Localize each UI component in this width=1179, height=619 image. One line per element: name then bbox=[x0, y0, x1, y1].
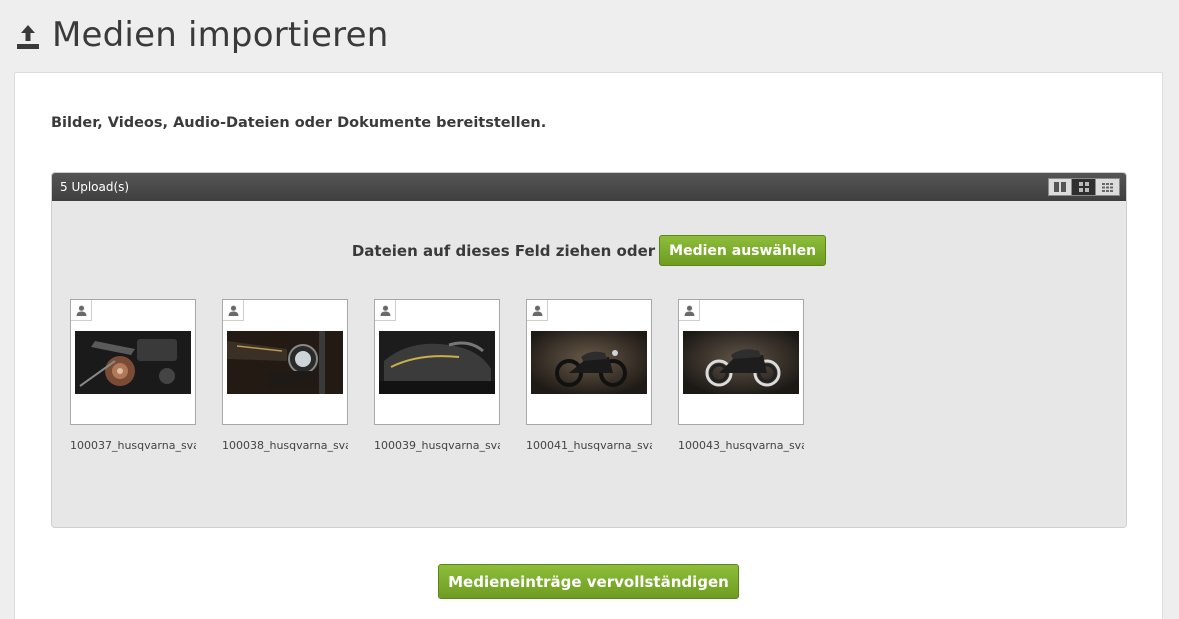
select-media-button[interactable]: Medien auswählen bbox=[659, 235, 827, 266]
view-mode-toggles bbox=[1048, 178, 1120, 196]
upload-count: 5 Upload(s) bbox=[60, 180, 130, 194]
file-name: 100037_husqvarna_svartpilen bbox=[70, 439, 196, 452]
owner-badge bbox=[527, 300, 548, 321]
page: Medien importieren Bilder, Videos, Audio… bbox=[0, 0, 1179, 619]
motorcycle-engine-image bbox=[75, 331, 191, 394]
motorcycle-tank-image bbox=[379, 331, 495, 394]
upload-panel-bar: 5 Upload(s) bbox=[52, 173, 1126, 201]
owner-badge bbox=[71, 300, 92, 321]
user-icon bbox=[380, 305, 390, 316]
file-name: 100039_husqvarna_svartpilen bbox=[374, 439, 500, 452]
upload-item[interactable]: 100041_husqvarna_svartpilen bbox=[526, 299, 652, 452]
owner-badge bbox=[223, 300, 244, 321]
owner-badge bbox=[679, 300, 700, 321]
drop-text: Dateien auf dieses Feld ziehen oder bbox=[351, 241, 656, 260]
motorcycle-scrambler-image bbox=[683, 331, 799, 394]
user-icon bbox=[76, 305, 86, 316]
upload-item[interactable]: 100037_husqvarna_svartpilen bbox=[70, 299, 196, 452]
user-icon bbox=[532, 305, 542, 316]
intro-text: Bilder, Videos, Audio-Dateien oder Dokum… bbox=[51, 115, 547, 131]
thumbnail-card[interactable] bbox=[526, 299, 652, 425]
upload-thumbnails: 100037_husqvarna_svartpilen bbox=[70, 299, 830, 452]
columns-view-icon bbox=[1054, 182, 1066, 192]
complete-row: Medieneinträge vervollständigen bbox=[15, 564, 1162, 599]
upload-icon bbox=[17, 25, 39, 49]
small-grid-view-icon bbox=[1102, 182, 1113, 192]
grid-view-icon bbox=[1078, 182, 1089, 192]
small-grid-view-button[interactable] bbox=[1096, 178, 1120, 196]
file-name: 100038_husqvarna_svartpilen bbox=[222, 439, 348, 452]
owner-badge bbox=[375, 300, 396, 321]
drop-instructions: Dateien auf dieses Feld ziehen oder Medi… bbox=[52, 235, 1126, 266]
complete-media-entries-button[interactable]: Medieneinträge vervollständigen bbox=[438, 564, 739, 599]
thumbnail-card[interactable] bbox=[678, 299, 804, 425]
thumbnail-card[interactable] bbox=[222, 299, 348, 425]
page-header: Medien importieren bbox=[14, 12, 388, 58]
user-icon bbox=[228, 305, 238, 316]
thumbnail-card[interactable] bbox=[70, 299, 196, 425]
upload-item[interactable]: 100039_husqvarna_svartpilen bbox=[374, 299, 500, 452]
columns-view-button[interactable] bbox=[1048, 178, 1072, 196]
upload-dropzone[interactable]: 5 Upload(s) Dateien auf dieses Feld zieh… bbox=[51, 172, 1127, 528]
thumbnail-card[interactable] bbox=[374, 299, 500, 425]
import-card: Bilder, Videos, Audio-Dateien oder Dokum… bbox=[14, 72, 1163, 619]
upload-item[interactable]: 100038_husqvarna_svartpilen bbox=[222, 299, 348, 452]
upload-item[interactable]: 100043_husqvarna_svartpilen bbox=[678, 299, 804, 452]
motorcycle-headlight-image bbox=[227, 331, 343, 394]
grid-view-button[interactable] bbox=[1072, 178, 1096, 196]
page-title: Medien importieren bbox=[52, 15, 389, 55]
file-name: 100041_husqvarna_svartpilen bbox=[526, 439, 652, 452]
user-icon bbox=[684, 305, 694, 316]
motorcycle-side-image bbox=[531, 331, 647, 394]
file-name: 100043_husqvarna_svartpilen bbox=[678, 439, 804, 452]
